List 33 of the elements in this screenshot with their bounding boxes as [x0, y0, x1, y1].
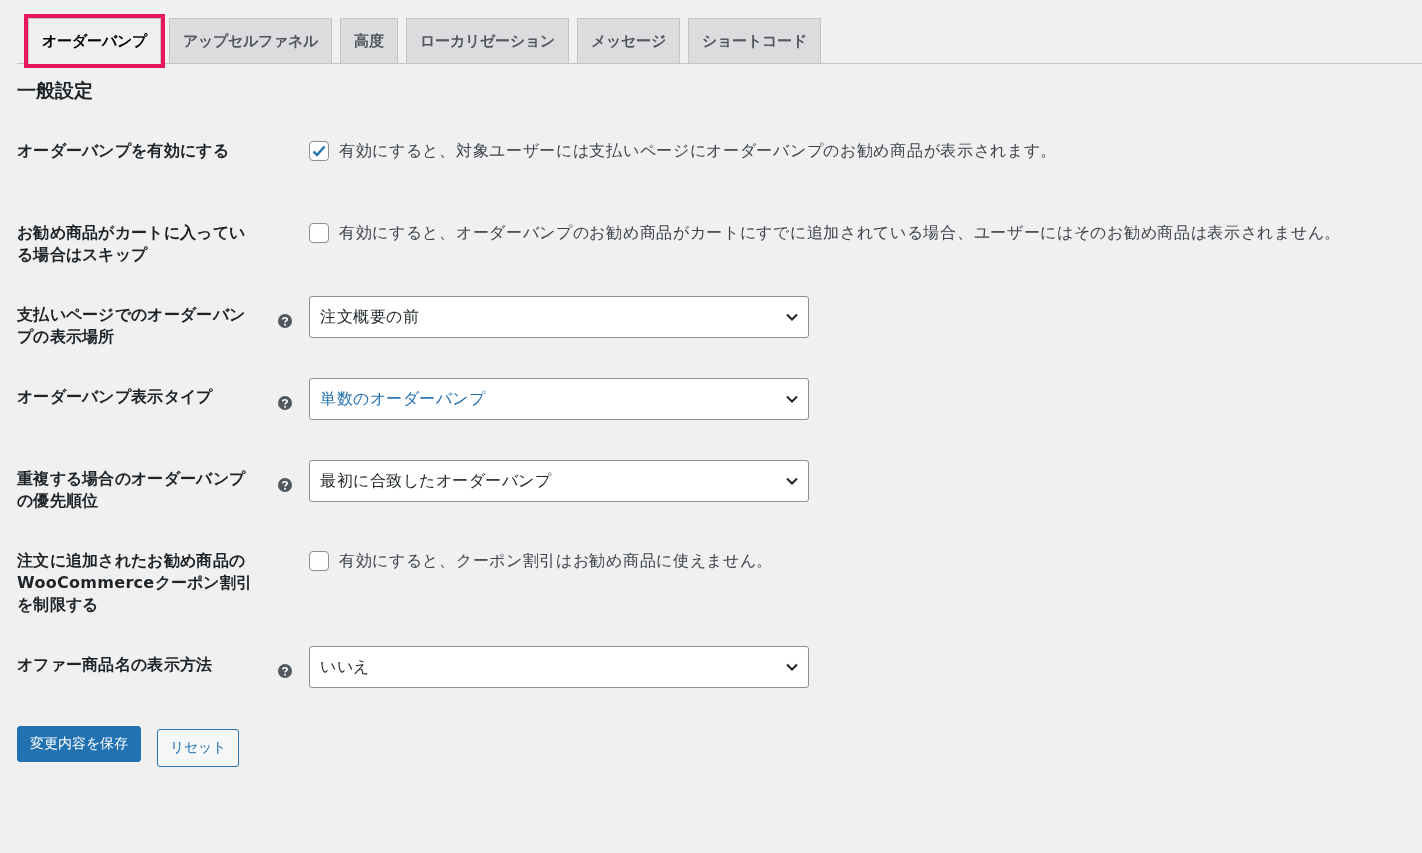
setting-label: 注文に追加されたお勧め商品のWooCommerceクーポン割引を制限する — [17, 550, 254, 616]
section-title: 一般設定 — [17, 78, 94, 103]
checkbox[interactable] — [309, 141, 329, 161]
save-button[interactable]: 変更内容を保存 — [17, 726, 141, 762]
chevron-down-icon — [786, 477, 798, 485]
chevron-down-icon — [786, 395, 798, 403]
help-icon[interactable] — [278, 664, 292, 678]
help-icon[interactable] — [278, 396, 292, 410]
settings-tab[interactable]: ショートコード — [688, 18, 821, 63]
chevron-down-icon — [786, 663, 798, 671]
setting-label: オーダーバンプを有効にする — [17, 140, 230, 162]
setting-label: お勧め商品がカートに入っている場合はスキップ — [17, 222, 247, 266]
setting-label: 重複する場合のオーダーバンプの優先順位 — [17, 468, 247, 512]
select-dropdown[interactable]: いいえ — [309, 646, 809, 688]
setting-label: オファー商品名の表示方法 — [17, 654, 214, 676]
settings-tab[interactable]: 高度 — [340, 18, 398, 63]
checkbox[interactable] — [309, 551, 329, 571]
setting-label: 支払いページでのオーダーバンプの表示場所 — [17, 304, 247, 348]
checkbox-description: 有効にすると、対象ユーザーには支払いページにオーダーバンプのお勧め商品が表示されます。 — [339, 140, 1058, 162]
help-icon[interactable] — [278, 314, 292, 328]
help-icon[interactable] — [278, 478, 292, 492]
select-dropdown[interactable]: 最初に合致したオーダーバンプ — [309, 460, 809, 502]
settings-tab[interactable]: ローカリゼーション — [406, 18, 569, 63]
select-dropdown[interactable]: 注文概要の前 — [309, 296, 809, 338]
settings-tab[interactable]: アップセルファネル — [169, 18, 332, 63]
reset-button[interactable]: リセット — [157, 729, 239, 767]
setting-label: オーダーバンプ表示タイプ — [17, 386, 214, 408]
settings-tab[interactable]: メッセージ — [577, 18, 680, 63]
checkbox-description: 有効にすると、オーダーバンプのお勧め商品がカートにすでに追加されている場合、ユーザーにはそのお勧め商品は表示されません。 — [339, 222, 1341, 244]
select-dropdown[interactable]: 単数のオーダーバンプ — [309, 378, 809, 420]
checkbox[interactable] — [309, 223, 329, 243]
checkbox-description: 有効にすると、クーポン割引はお勧め商品に使えません。 — [339, 550, 774, 572]
chevron-down-icon — [786, 313, 798, 321]
